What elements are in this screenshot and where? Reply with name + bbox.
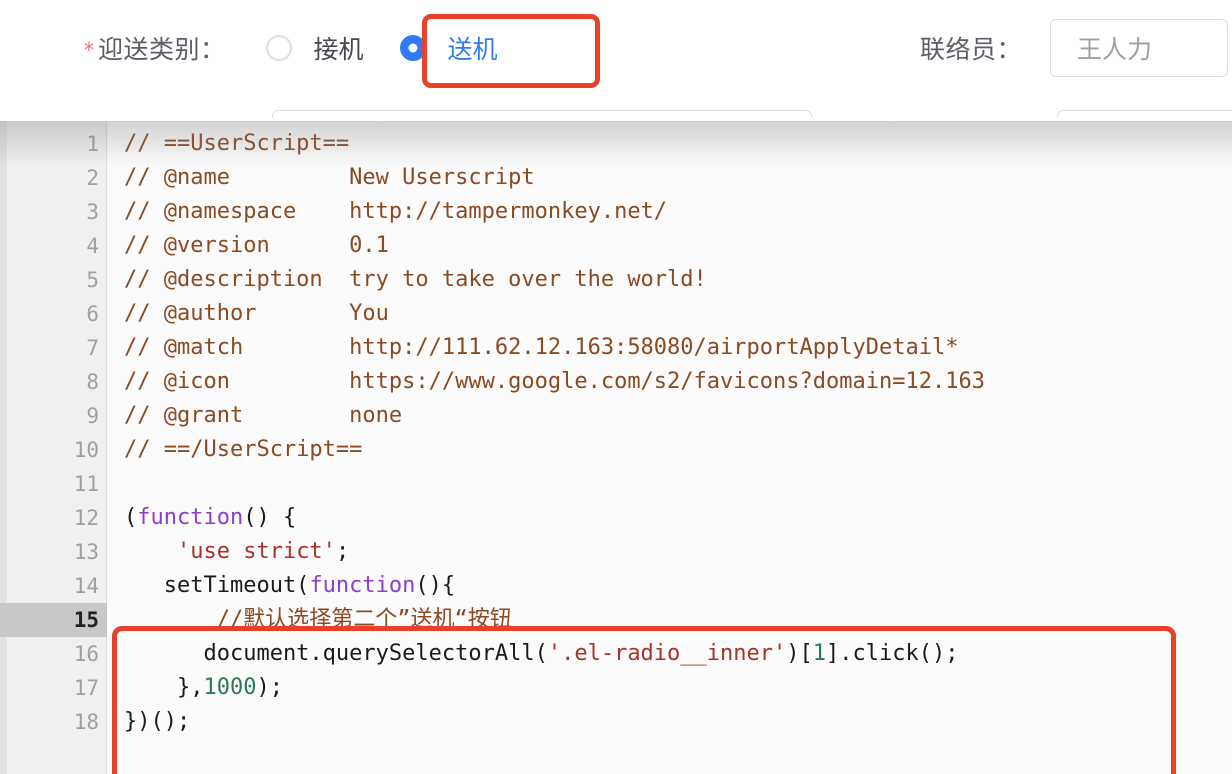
radio-unchecked-icon[interactable] <box>265 35 292 61</box>
code-line-10: // ==/UserScript== <box>124 437 363 462</box>
line-number-4[interactable]: 4 <box>0 229 107 263</box>
category-radio-group: 接机 送机 <box>252 20 520 76</box>
code-line-14: setTimeout(function(){ <box>124 573 456 598</box>
line-number-label: 5 <box>86 268 99 292</box>
radio-option-pickup[interactable]: 接机 <box>252 20 378 76</box>
line-number-label: 9 <box>86 404 99 428</box>
code-line-8: // @icon https://www.google.com/s2/favic… <box>124 369 985 394</box>
line-number-7[interactable]: 7 <box>0 331 107 365</box>
required-asterisk-icon: * <box>84 38 94 62</box>
code-line-2: // @name New Userscript <box>124 165 535 190</box>
line-number-label: 10 <box>73 438 99 462</box>
code-line-3: // @namespace http://tampermonkey.net/ <box>124 199 668 224</box>
code-line-18: })(); <box>124 709 191 734</box>
line-number-13[interactable]: 13 <box>0 535 107 569</box>
partial-input-left[interactable] <box>272 110 812 118</box>
code-line-4: // @version 0.1 <box>124 233 389 258</box>
code-line-6: // @author You <box>124 301 389 326</box>
line-number-label: 18 <box>73 710 99 734</box>
line-number-label: 2 <box>86 166 99 190</box>
code-line-17: },1000); <box>124 675 283 700</box>
radio-checked-icon[interactable] <box>399 35 426 61</box>
line-number-11[interactable]: 11 <box>0 467 107 501</box>
line-number-label: 16 <box>73 642 99 666</box>
line-number-5[interactable]: 5 <box>0 263 107 297</box>
code-line-12: (function() { <box>124 505 297 530</box>
code-line-9: // @grant none <box>124 403 403 428</box>
code-line-15: //默认选择第二个”送机“按钮 <box>124 607 512 632</box>
line-number-8[interactable]: 8 <box>0 365 107 399</box>
line-number-3[interactable]: 3 <box>0 195 107 229</box>
line-number-12[interactable]: 12▼ <box>0 501 117 535</box>
line-number-label: 11 <box>73 472 99 496</box>
code-line-16: document.querySelectorAll('.el-radio__in… <box>124 641 959 666</box>
line-number-10[interactable]: 10 <box>0 433 107 467</box>
code-line-7: // @match http://111.62.12.163:58080/air… <box>124 335 959 360</box>
contact-field-label: 联络员： <box>920 36 1023 64</box>
line-number-17[interactable]: 17 <box>0 671 107 705</box>
code-line-13: 'use strict'; <box>176 539 350 564</box>
contact-input[interactable]: 王人力 <box>1050 19 1229 77</box>
line-number-label: 14 <box>73 574 99 598</box>
code-line-1: // ==UserScript== <box>124 131 350 156</box>
line-number-label: 4 <box>86 234 99 258</box>
radio-option-dropoff-label: 送机 <box>447 36 498 64</box>
line-number-2[interactable]: 2 <box>0 161 107 195</box>
contact-form-group: 联络员： 王人力 <box>920 0 1229 96</box>
line-number-label: 6 <box>86 302 99 326</box>
line-number-label: 15 <box>73 608 99 632</box>
line-number-label: 3 <box>86 200 99 224</box>
editor-gutter[interactable]: 123456789101112▼1314▼15161718 <box>0 121 117 774</box>
line-number-9[interactable]: 9 <box>0 399 107 433</box>
line-number-label: 7 <box>86 336 99 360</box>
category-field-label: 迎送类别： <box>98 36 226 64</box>
form-panel: * 迎送类别： 接机 送机 联络员： 王人力 <box>0 0 1232 118</box>
line-number-label: 8 <box>86 370 99 394</box>
line-number-14[interactable]: 14▼ <box>0 569 117 603</box>
radio-option-pickup-label: 接机 <box>313 36 364 64</box>
line-number-label: 1 <box>86 132 99 156</box>
radio-option-dropoff[interactable]: 送机 <box>386 20 512 76</box>
code-content-area[interactable]: // ==UserScript== // @name New Userscrip… <box>108 121 1232 774</box>
line-number-16[interactable]: 16 <box>0 637 107 671</box>
line-number-label: 13 <box>73 540 99 564</box>
line-number-15[interactable]: 15 <box>0 603 107 637</box>
code-editor[interactable]: 123456789101112▼1314▼15161718 // ==UserS… <box>0 121 1232 774</box>
line-number-label: 17 <box>73 676 99 700</box>
screen-root: * 迎送类别： 接机 送机 联络员： 王人力 123 4 5 6 7 8 9 1… <box>0 0 1232 774</box>
line-number-label: 12 <box>73 506 99 530</box>
line-number-1[interactable]: 1 <box>0 127 107 161</box>
line-number-6[interactable]: 6 <box>0 297 107 331</box>
code-line-5: // @description try to take over the wor… <box>124 267 707 292</box>
partial-input-right[interactable] <box>1057 110 1232 118</box>
line-number-18[interactable]: 18 <box>0 705 107 739</box>
